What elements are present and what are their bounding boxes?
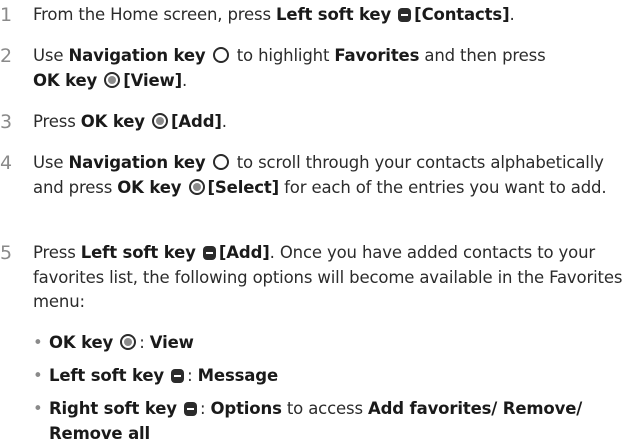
step-5: 5 Press Left soft key [Add]. Once you ha…: [0, 241, 625, 315]
option-left-soft-key: • Left soft key : Message: [33, 364, 633, 389]
text-run: Use: [33, 46, 69, 65]
soft-key-icon: [184, 402, 198, 416]
navigation-key-icon: [212, 47, 229, 63]
key-action: [Add]: [218, 243, 270, 262]
step-text: Use Navigation key to scroll through you…: [33, 151, 625, 200]
step-number: 4: [0, 152, 12, 174]
step-text: Press Left soft key [Add]. Once you have…: [33, 241, 625, 315]
option-label: Options: [210, 399, 282, 418]
step-number: 5: [0, 242, 12, 264]
text-run: .: [182, 70, 188, 90]
instruction-document: 1 From the Home screen, press Left soft …: [0, 0, 639, 447]
text-run: to highlight: [231, 46, 335, 65]
option-text: Right soft key : Options to access Add f…: [49, 397, 633, 446]
text-run: Press: [33, 243, 81, 262]
bullet-dot: •: [33, 399, 43, 418]
option-text: OK key : View: [49, 331, 633, 356]
text-run: to access: [281, 399, 369, 418]
key-name: OK key: [80, 112, 145, 131]
bullet-dot: •: [33, 366, 43, 385]
text-run: for each of the entries you want to add.: [279, 177, 607, 197]
text-run: Press: [33, 112, 81, 131]
option-label: View: [149, 333, 194, 352]
ok-key-icon: [104, 71, 121, 88]
key-action: [View]: [123, 70, 183, 90]
ok-key-icon: [120, 334, 137, 350]
key-name: OK key: [49, 333, 114, 352]
soft-key-icon: [171, 369, 185, 383]
key-action: [Add]: [171, 112, 222, 131]
step-2: 2 Use Navigation key to highlight Favori…: [0, 44, 625, 93]
key-name: OK key: [117, 177, 182, 197]
step-text: From the Home screen, press Left soft ke…: [33, 3, 625, 28]
key-name: Right soft key: [49, 399, 177, 418]
step-number: 2: [0, 45, 12, 67]
step-number: 1: [0, 4, 12, 26]
navigation-key-icon: [212, 154, 229, 170]
text-run: :: [200, 399, 211, 418]
soft-key-icon: [398, 8, 412, 22]
text-run: .: [509, 5, 515, 24]
step-3: 3 Press OK key [Add].: [0, 110, 625, 135]
soft-key-icon: [202, 246, 216, 260]
ok-key-icon: [152, 113, 169, 129]
ok-key-icon: [188, 178, 205, 195]
text-run: From the Home screen, press: [33, 5, 277, 24]
option-label: Message: [197, 366, 278, 385]
bullet-dot: •: [33, 333, 43, 352]
key-action: [Select]: [207, 177, 280, 197]
key-name: OK key: [33, 70, 98, 90]
option-ok-key: • OK key : View: [33, 331, 633, 356]
text-run: :: [139, 333, 150, 352]
key-name: Left soft key: [49, 366, 165, 385]
menu-name: Favorites: [334, 46, 420, 65]
key-name: Navigation key: [68, 153, 206, 172]
text-run: and then press: [419, 46, 546, 65]
text-run: .: [221, 112, 227, 131]
option-right-soft-key: • Right soft key : Options to access Add…: [33, 397, 633, 446]
step-number: 3: [0, 111, 12, 133]
text-run: :: [187, 366, 198, 385]
step-1: 1 From the Home screen, press Left soft …: [0, 3, 625, 28]
key-action: [Contacts]: [414, 5, 510, 24]
step-text: Press OK key [Add].: [33, 110, 625, 135]
step-4: 4 Use Navigation key to scroll through y…: [0, 151, 625, 200]
key-name: Left soft key: [276, 5, 392, 24]
step-text: Use Navigation key to highlight Favorite…: [33, 44, 625, 93]
key-name: Navigation key: [68, 46, 206, 65]
option-text: Left soft key : Message: [49, 364, 633, 389]
key-name: Left soft key: [80, 243, 196, 262]
text-run: Use: [33, 153, 69, 172]
